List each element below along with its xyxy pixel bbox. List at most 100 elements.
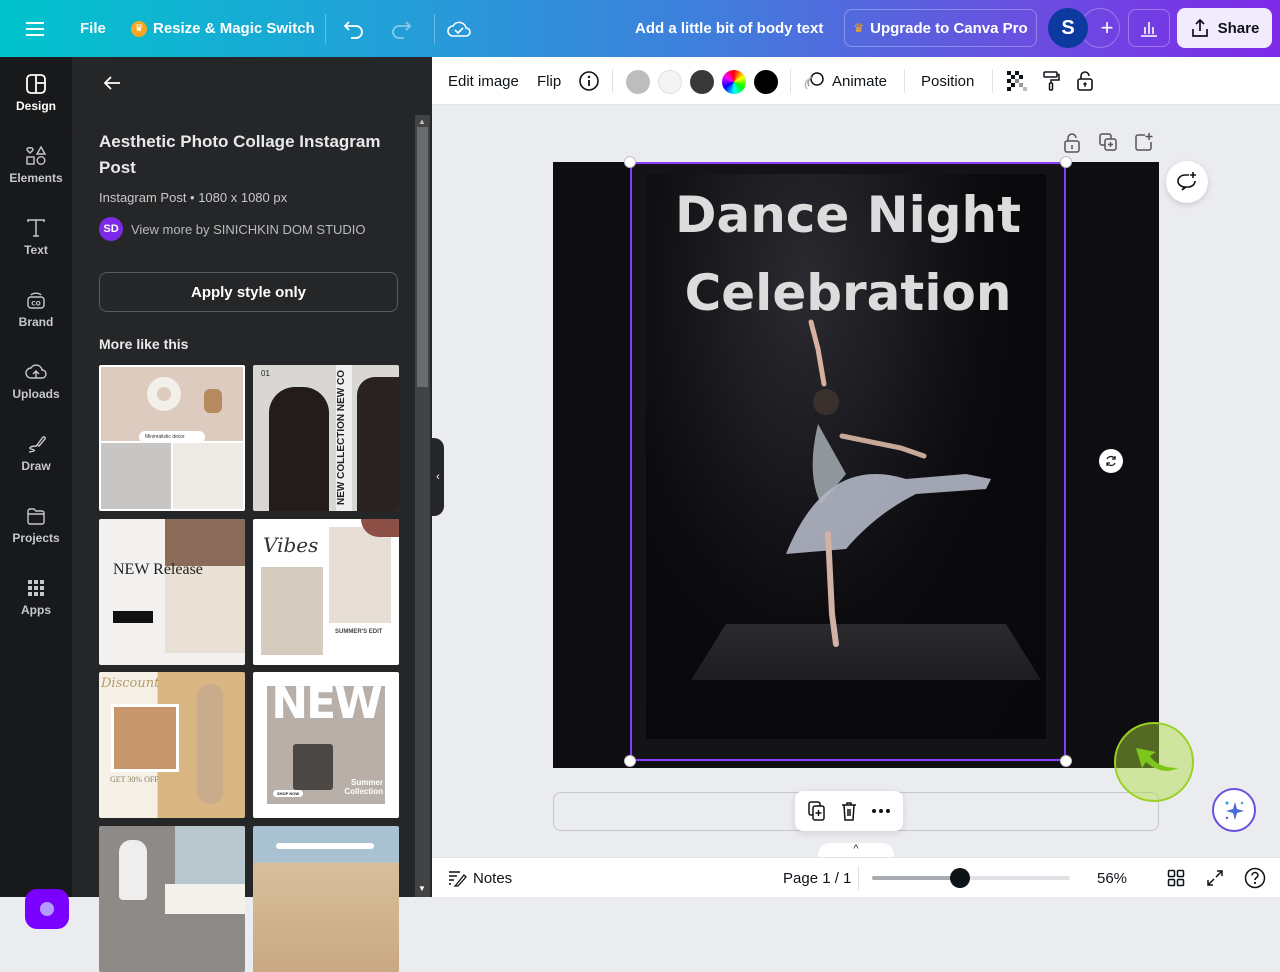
headline-text[interactable]: Dance Night Celebration [630, 176, 1066, 332]
user-avatar[interactable]: S [1048, 8, 1088, 48]
design-panel: Aesthetic Photo Collage Instagram Post I… [72, 57, 432, 972]
template-thumbnail[interactable]: 01 NEW COLLECTION NEW CO [253, 365, 399, 511]
template-thumbnail[interactable] [99, 826, 245, 972]
copy-style-button[interactable] [1041, 57, 1061, 105]
magic-media-button[interactable] [25, 889, 69, 929]
apply-style-only-button[interactable]: Apply style only [99, 272, 398, 312]
scroll-thumb[interactable] [417, 127, 428, 387]
elements-icon [26, 145, 47, 165]
info-button[interactable] [578, 57, 600, 105]
rail-label: Text [24, 243, 48, 257]
add-comment-button[interactable] [1166, 161, 1208, 203]
dancer-photo-frame[interactable]: Dance Night Celebration [630, 162, 1066, 762]
insights-button[interactable] [1128, 9, 1170, 47]
thumb-cta: SHOP NOW [273, 790, 304, 797]
footer-bar: Notes Page 1 / 1 56% [432, 857, 1280, 897]
template-thumbnail[interactable]: Minimalistic decor [99, 365, 245, 511]
notes-label: Notes [473, 869, 513, 887]
rail-label: Design [15, 99, 56, 113]
page-indicator[interactable]: Page 1 / 1 [783, 858, 851, 898]
save-status-button[interactable] [447, 0, 471, 57]
author-link[interactable]: SD View more by SINICHKIN DOM STUDIO [99, 217, 366, 241]
rail-label: Apps [21, 603, 51, 617]
edit-image-button[interactable]: Edit image [448, 57, 519, 105]
zoom-slider-knob[interactable] [950, 868, 971, 888]
position-button[interactable]: Position [921, 57, 974, 105]
grid-view-button[interactable] [1167, 858, 1185, 898]
back-button[interactable] [100, 71, 124, 95]
upgrade-label: Upgrade to Canva Pro [870, 19, 1028, 37]
thumb-search-pill: Minimalistic decor [139, 431, 205, 443]
template-thumbnail[interactable] [253, 826, 399, 972]
folder-icon [27, 508, 45, 525]
rail-item-apps[interactable]: Apps [0, 561, 72, 633]
top-bar: File ♛ Resize & Magic Switch Add a littl… [0, 0, 1280, 57]
fullscreen-button[interactable] [1206, 858, 1224, 898]
rail-item-brand[interactable]: CO Brand [0, 273, 72, 345]
redo-button[interactable] [390, 0, 412, 57]
rail-item-projects[interactable]: Projects [0, 489, 72, 561]
flip-button[interactable]: Flip [537, 57, 561, 105]
transparency-button[interactable] [1007, 57, 1027, 105]
template-thumbnail[interactable]: NEW Summer Collection SHOP NOW [253, 672, 399, 818]
collapse-panel-button[interactable]: ‹ [432, 438, 444, 516]
main-menu-button[interactable] [26, 0, 46, 57]
draw-icon [28, 436, 46, 453]
scroll-up-arrow[interactable]: ▲ [418, 117, 426, 126]
headline-line-2: Celebration [684, 264, 1012, 322]
color-swatch[interactable] [658, 70, 682, 94]
zoom-slider[interactable] [872, 868, 1070, 888]
scroll-down-arrow[interactable]: ▼ [418, 884, 426, 893]
resize-handle-bottom-right[interactable] [1060, 755, 1072, 767]
file-menu[interactable]: File [80, 0, 106, 57]
help-button[interactable] [1244, 858, 1266, 898]
cursor-arrow-icon [1136, 748, 1178, 771]
rail-item-draw[interactable]: Draw [0, 417, 72, 489]
thumb-text: NEW [271, 678, 382, 729]
more-options-icon[interactable] [871, 808, 891, 814]
rail-item-design[interactable]: Design [0, 57, 72, 129]
lock-button[interactable] [1075, 57, 1095, 105]
design-page[interactable]: Dance Night Celebration [553, 162, 1159, 768]
share-button[interactable]: Share [1177, 8, 1272, 48]
panel-scrollbar[interactable]: ▲ ▼ [415, 115, 430, 897]
magic-dot-icon [40, 902, 54, 916]
undo-button[interactable] [343, 0, 365, 57]
template-thumbnail[interactable]: Discount GET 30% OFF [99, 672, 245, 818]
thumb-sub: Summer Collection [344, 778, 383, 796]
document-title[interactable]: Add a little bit of body text [635, 0, 823, 57]
resize-handle-top-right[interactable] [1060, 156, 1072, 168]
resize-handle-bottom-left[interactable] [624, 755, 636, 767]
rotate-icon [1106, 455, 1116, 467]
zoom-percentage[interactable]: 56% [1097, 858, 1127, 898]
lock-page-button[interactable] [1062, 132, 1084, 154]
color-swatch[interactable] [754, 70, 778, 94]
duplicate-icon [1099, 133, 1117, 151]
template-thumbnail[interactable]: NEW Release [99, 519, 245, 665]
divider [904, 69, 905, 93]
divider [858, 866, 859, 890]
rail-item-uploads[interactable]: Uploads [0, 345, 72, 417]
trash-icon[interactable] [839, 800, 859, 822]
template-thumbnail[interactable]: Vibes SUMMER'S EDIT [253, 519, 399, 665]
resize-handle-top-left[interactable] [624, 156, 636, 168]
resize-magic-switch-button[interactable]: ♛ Resize & Magic Switch [131, 0, 315, 57]
notes-button[interactable]: Notes [447, 858, 512, 898]
animate-button[interactable]: Animate [804, 57, 887, 105]
cloud-check-icon [447, 21, 471, 37]
add-page-button[interactable] [1134, 132, 1156, 154]
thumb-sub: GET 30% OFF [110, 775, 159, 784]
upgrade-button[interactable]: ♛ Upgrade to Canva Pro [844, 9, 1037, 47]
rail-item-text[interactable]: Text [0, 201, 72, 273]
rotate-handle[interactable] [1099, 449, 1123, 473]
color-picker-swatch[interactable] [722, 70, 746, 94]
magic-assistant-button[interactable] [1212, 788, 1256, 832]
rail-item-elements[interactable]: Elements [0, 129, 72, 201]
color-swatch[interactable] [626, 70, 650, 94]
brand-icon: CO [27, 292, 45, 309]
color-swatch[interactable] [690, 70, 714, 94]
template-dimensions: Instagram Post • 1080 x 1080 px [99, 190, 288, 205]
hamburger-icon [26, 21, 44, 36]
duplicate-page-button[interactable] [1098, 132, 1120, 154]
duplicate-icon[interactable] [807, 800, 827, 822]
